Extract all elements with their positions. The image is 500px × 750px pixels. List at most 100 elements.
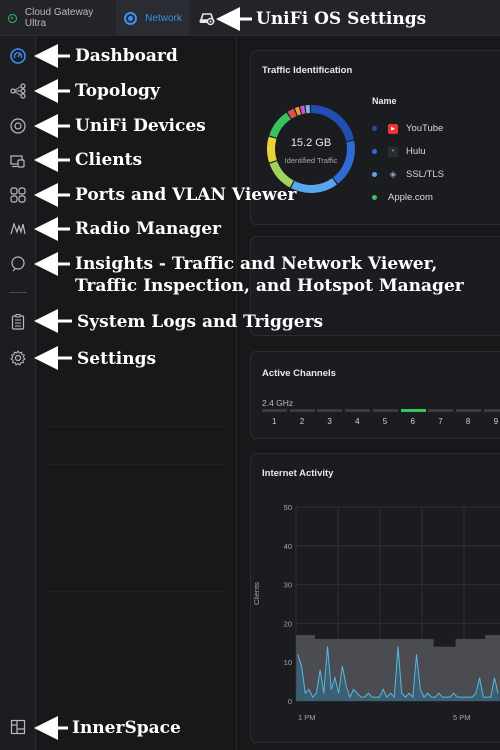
tab-network-label: Network [145, 12, 182, 24]
channel-number[interactable]: 3 [327, 417, 331, 426]
activity-bar [377, 638, 382, 701]
os-settings-icon[interactable] [198, 10, 216, 26]
activity-bar [388, 638, 393, 701]
legend-label: SSL/TLS [406, 169, 445, 180]
channel-bar [372, 409, 398, 412]
annotation-radio: Radio Manager [75, 219, 222, 239]
x-tick-label: 5 PM [453, 713, 471, 722]
tab-cloud-gateway-label: Cloud Gateway Ultra [24, 7, 94, 29]
tab-network[interactable]: Network [116, 0, 190, 36]
legend-item[interactable]: • Hulu [372, 146, 426, 157]
activity-bar [448, 646, 453, 701]
channel-number[interactable]: 5 [383, 417, 387, 426]
active-channels-card: Active Channels 2.4 GHz [250, 351, 500, 439]
devices-icon[interactable] [9, 117, 27, 135]
channel-bar [483, 409, 500, 412]
activity-bar [310, 635, 315, 701]
annotation-logs: System Logs and Triggers [77, 312, 324, 332]
activity-bar [433, 646, 438, 701]
channel-bar [289, 409, 315, 412]
activity-bar [440, 646, 445, 701]
y-tick-label: 30 [284, 581, 292, 590]
band-label: 2.4 GHz [262, 398, 294, 408]
donut-slice[interactable] [269, 112, 291, 139]
card-title: Internet Activity [262, 468, 334, 479]
card-title: Active Channels [262, 368, 336, 379]
annotation-dashboard: Dashboard [75, 46, 178, 66]
channel-number[interactable]: 9 [494, 417, 498, 426]
activity-bar [459, 638, 464, 701]
legend-item[interactable]: ▶ YouTube [372, 123, 443, 134]
annotation-topology: Topology [75, 81, 160, 101]
donut-slice[interactable] [310, 105, 354, 142]
clients-icon[interactable] [9, 152, 27, 170]
channel-number[interactable]: 7 [438, 417, 442, 426]
annotation-devices: UniFi Devices [75, 116, 206, 136]
activity-bar [470, 638, 475, 701]
sidebar-divider [9, 292, 27, 293]
donut-total: 15.2 GB [290, 137, 332, 149]
channel-bar [345, 409, 371, 412]
activity-bar [429, 638, 434, 701]
y-tick-label: 40 [284, 542, 292, 551]
shield-icon: ◈ [389, 169, 397, 179]
donut-slice[interactable] [287, 108, 297, 119]
channel-number[interactable]: 6 [411, 417, 415, 426]
donut-total-label: Identified Traffic [284, 156, 338, 165]
annotation-innerspace: InnerSpace [72, 718, 181, 738]
annotation-clients: Clients [75, 150, 143, 170]
traffic-donut-chart [267, 105, 355, 193]
activity-bar [359, 638, 364, 701]
annotation-os-settings: UniFi OS Settings [256, 9, 427, 29]
gear-icon[interactable] [9, 349, 27, 367]
donut-slice[interactable] [294, 106, 302, 116]
legend-dot [372, 172, 377, 177]
legend-label: Hulu [406, 146, 426, 157]
legend-dot [372, 149, 377, 154]
channel-bar [400, 409, 426, 412]
insights-icon[interactable] [9, 255, 27, 273]
annotation-ports: Ports and VLAN Viewer [75, 185, 297, 205]
radio-icon[interactable] [9, 220, 27, 238]
ports-icon[interactable] [9, 186, 27, 204]
activity-bar [370, 638, 375, 701]
sidebar [0, 36, 36, 750]
logs-icon[interactable] [9, 313, 27, 331]
donut-slice[interactable] [300, 105, 306, 115]
channel-number[interactable]: 1 [272, 417, 276, 426]
channel-number[interactable]: 4 [355, 417, 359, 426]
donut-slice[interactable] [269, 160, 294, 188]
x-tick-label: 1 PM [298, 713, 316, 722]
activity-bar [362, 638, 367, 701]
channel-bar [262, 409, 287, 412]
activity-bar [485, 635, 490, 701]
activity-bar [425, 638, 430, 701]
annotation-insights-2: Traffic Inspection, and Hotspot Manager [75, 276, 464, 296]
y-tick-label: 50 [284, 503, 292, 512]
legend-label: Apple.com [388, 192, 433, 203]
channel-number[interactable]: 2 [300, 417, 304, 426]
legend-label: YouTube [406, 123, 444, 134]
donut-slice[interactable] [290, 178, 337, 193]
tab-cloud-gateway[interactable]: Cloud Gateway Ultra [8, 0, 116, 36]
activity-bar [373, 638, 378, 701]
card-title: Traffic Identification [262, 65, 353, 76]
network-icon [124, 11, 138, 25]
innerspace-icon[interactable] [9, 718, 27, 736]
activity-bar [385, 638, 390, 701]
youtube-icon: ▶ [388, 123, 398, 134]
channel-number[interactable]: 8 [466, 417, 470, 426]
activity-bar [403, 638, 408, 701]
channel-bar [455, 409, 481, 412]
activity-bar [455, 638, 460, 701]
activity-bar [422, 638, 427, 701]
legend-item[interactable]: Apple.com [372, 192, 433, 203]
topology-icon[interactable] [9, 82, 27, 100]
activity-bar [444, 646, 449, 701]
activity-bar [462, 638, 468, 701]
chart-ylabel: Clients [252, 582, 261, 605]
channel-bar [428, 409, 454, 412]
dashboard-icon[interactable] [9, 47, 27, 65]
secondary-panel [36, 36, 237, 750]
legend-item[interactable]: ◈ SSL/TLS [372, 169, 444, 180]
